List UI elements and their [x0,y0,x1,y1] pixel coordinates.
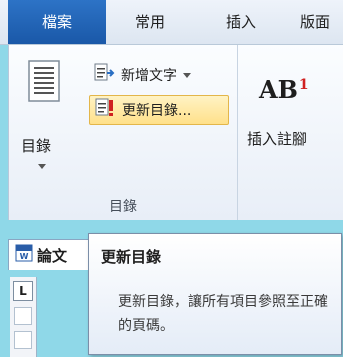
footnote-glyph-superscript: 1 [298,77,309,93]
add-text-icon [93,63,115,87]
update-table-button[interactable]: 更新目錄... [89,95,229,125]
document-tab-title: 論文 [37,246,68,265]
add-text-button[interactable]: 新增文字 [89,61,234,89]
table-of-contents-icon [27,59,61,133]
chevron-down-icon [38,164,46,169]
tab-home[interactable]: 常用 [106,0,194,44]
add-text-label: 新增文字 [121,68,177,84]
toc-button[interactable]: 目錄 [15,53,73,181]
update-table-tooltip: 更新目錄 更新目錄，讓所有項目參照至正確的頁碼。 [88,233,342,355]
ruler-segment [14,307,32,325]
toc-button-label: 目錄 [21,137,52,155]
svg-text:W: W [20,252,29,261]
insert-footnote-icon[interactable]: AB1 [259,75,309,104]
ribbon-tab-bar: 檔案 常用 插入 版面 [0,0,343,45]
tooltip-description: 更新目錄，讓所有項目參照至正確的頁碼。 [118,294,328,334]
ruler-segment [14,331,32,349]
toc-group-label: 目錄 [109,199,137,215]
vertical-ruler: L [10,277,37,357]
tab-insert[interactable]: 插入 [212,0,270,44]
tooltip-title: 更新目錄 [101,248,162,266]
chevron-down-icon [183,72,191,78]
tab-selector-button[interactable]: L [13,281,33,301]
update-table-icon [94,98,116,122]
ribbon-panel: 目錄 新增文字 更新目錄... 目錄 AB1 插入註腳 [8,45,343,220]
footnote-glyph-text: AB [259,75,298,104]
update-table-label: 更新目錄... [122,103,192,119]
word-document-icon: W [15,244,33,266]
footnotes-group: AB1 插入註腳 [237,45,343,220]
toc-group: 目錄 新增文字 更新目錄... 目錄 [9,45,238,220]
tab-page-layout[interactable]: 版面 [300,0,343,44]
insert-footnote-button[interactable]: 插入註腳 [247,128,307,149]
tab-file[interactable]: 檔案 [8,0,106,44]
